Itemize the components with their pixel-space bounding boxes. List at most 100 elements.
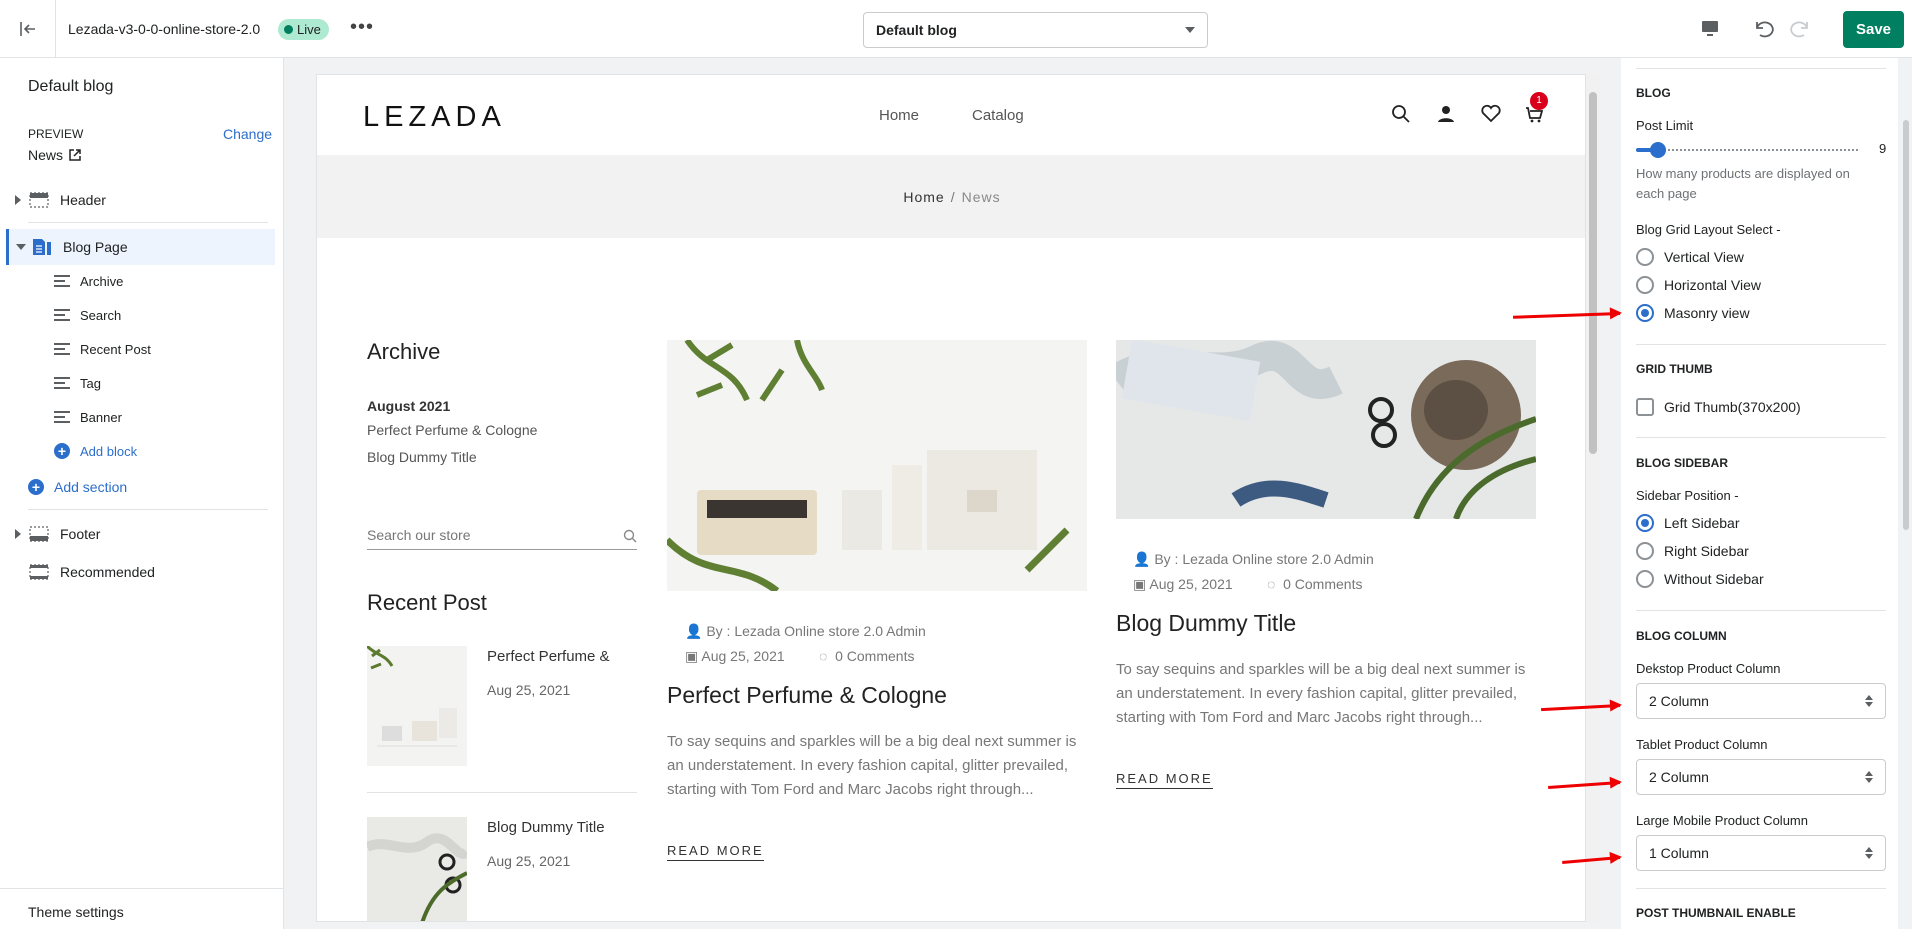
layout-masonry-radio[interactable]: Masonry view bbox=[1636, 304, 1750, 322]
settings-scrollbar-thumb[interactable] bbox=[1903, 120, 1909, 530]
breadcrumb-separator: / bbox=[950, 188, 956, 205]
store-name: Lezada-v3-0-0-online-store-2.0 bbox=[68, 21, 261, 37]
redo-icon[interactable] bbox=[1786, 15, 1814, 43]
collapse-icon[interactable] bbox=[16, 244, 26, 250]
post-featured-image[interactable] bbox=[1116, 340, 1536, 519]
post-title[interactable]: Blog Dummy Title bbox=[1116, 610, 1296, 637]
wishlist-icon[interactable] bbox=[1480, 103, 1502, 125]
add-section-button[interactable]: + Add section bbox=[28, 479, 127, 495]
store-logo[interactable]: LEZADA bbox=[363, 101, 506, 134]
more-actions-button[interactable]: ••• bbox=[350, 16, 374, 39]
mobile-column-select[interactable]: 1 Column bbox=[1636, 835, 1886, 871]
post-date: ▣ Aug 25, 2021 bbox=[1133, 576, 1233, 592]
header-section-icon bbox=[28, 191, 50, 209]
expand-icon[interactable] bbox=[15, 529, 21, 539]
radio-icon[interactable] bbox=[1636, 542, 1654, 560]
section-header[interactable]: Header bbox=[0, 182, 276, 218]
nav-catalog-link[interactable]: Catalog bbox=[972, 107, 1024, 124]
archive-month: August 2021 bbox=[367, 398, 451, 414]
block-tag[interactable]: Tag bbox=[54, 369, 101, 397]
layout-horizontal-radio[interactable]: Horizontal View bbox=[1636, 276, 1761, 294]
checkbox-icon[interactable] bbox=[1636, 398, 1654, 416]
post-featured-image[interactable] bbox=[667, 340, 1087, 591]
section-recommended[interactable]: Recommended bbox=[0, 554, 276, 590]
external-link-icon bbox=[69, 149, 81, 161]
section-blog-page[interactable]: Blog Page bbox=[6, 229, 275, 265]
post-date: ▣ Aug 25, 2021 bbox=[685, 648, 785, 664]
divider bbox=[367, 792, 637, 793]
read-more-link[interactable]: READ MORE bbox=[1116, 771, 1213, 789]
account-icon[interactable] bbox=[1435, 103, 1457, 125]
recent-post-thumbnail[interactable] bbox=[367, 646, 467, 766]
post-limit-value: 9 bbox=[1879, 141, 1887, 156]
desktop-column-select[interactable]: 2 Column bbox=[1636, 683, 1886, 719]
sidebar-search-input[interactable]: Search our store bbox=[367, 520, 637, 550]
divider bbox=[1636, 888, 1886, 889]
save-button[interactable]: Save bbox=[1843, 11, 1904, 48]
post-title[interactable]: Perfect Perfume & Cologne bbox=[667, 682, 947, 709]
recent-post-thumbnail[interactable] bbox=[367, 817, 467, 921]
search-icon[interactable] bbox=[623, 529, 637, 543]
sidebar-left-radio[interactable]: Left Sidebar bbox=[1636, 514, 1740, 532]
canvas-scrollbar-thumb[interactable] bbox=[1589, 92, 1597, 454]
radio-selected-icon[interactable] bbox=[1636, 514, 1654, 532]
tablet-column-label: Tablet Product Column bbox=[1636, 737, 1768, 752]
layout-vertical-radio[interactable]: Vertical View bbox=[1636, 248, 1744, 266]
recent-post-title[interactable]: Blog Dummy Title bbox=[487, 819, 605, 836]
sidebar-right-radio[interactable]: Right Sidebar bbox=[1636, 542, 1749, 560]
exit-icon[interactable] bbox=[0, 0, 56, 58]
theme-settings-link[interactable]: Theme settings bbox=[0, 888, 284, 929]
chevron-down-icon bbox=[1185, 27, 1195, 33]
post-limit-slider-handle[interactable] bbox=[1650, 142, 1666, 158]
change-preview-link[interactable]: Change bbox=[223, 126, 272, 142]
section-footer[interactable]: Footer bbox=[0, 516, 276, 552]
block-recent-post[interactable]: Recent Post bbox=[54, 335, 151, 363]
block-search[interactable]: Search bbox=[54, 301, 121, 329]
divider bbox=[1636, 437, 1886, 438]
expand-icon[interactable] bbox=[15, 195, 21, 205]
desktop-preview-icon[interactable] bbox=[1696, 15, 1724, 43]
post-thumbnail-heading: POST THUMBNAIL ENABLE bbox=[1636, 906, 1796, 920]
search-icon[interactable] bbox=[1390, 103, 1412, 125]
layout-label: Blog Grid Layout Select - bbox=[1636, 222, 1781, 237]
divider bbox=[1636, 68, 1886, 69]
post-limit-slider-track[interactable] bbox=[1636, 149, 1858, 153]
select-arrows-icon bbox=[1865, 847, 1873, 859]
text-block-icon bbox=[54, 408, 70, 426]
nav-home-link[interactable]: Home bbox=[879, 107, 919, 124]
divider bbox=[28, 222, 268, 223]
desktop-column-label: Dekstop Product Column bbox=[1636, 661, 1781, 676]
archive-link[interactable]: Blog Dummy Title bbox=[367, 449, 477, 465]
post-excerpt: To say sequins and sparkles will be a bi… bbox=[667, 733, 1077, 798]
text-block-icon bbox=[54, 272, 70, 290]
live-status-badge: Live bbox=[278, 19, 329, 40]
archive-heading: Archive bbox=[367, 339, 441, 364]
cart-count-badge: 1 bbox=[1530, 92, 1548, 110]
recent-post-title[interactable]: Perfect Perfume & bbox=[487, 648, 610, 665]
read-more-link[interactable]: READ MORE bbox=[667, 843, 764, 861]
template-select[interactable]: Default blog bbox=[863, 12, 1208, 48]
block-banner[interactable]: Banner bbox=[54, 403, 122, 431]
sidebar-none-radio[interactable]: Without Sidebar bbox=[1636, 570, 1764, 588]
radio-icon[interactable] bbox=[1636, 248, 1654, 266]
text-block-icon bbox=[54, 306, 70, 324]
post-comments[interactable]: ◌ 0 Comments bbox=[819, 648, 914, 664]
post-comments[interactable]: ◌ 0 Comments bbox=[1267, 576, 1362, 592]
footer-section-icon bbox=[28, 525, 50, 543]
sidebar-scrollbar[interactable] bbox=[284, 58, 300, 888]
undo-icon[interactable] bbox=[1750, 15, 1778, 43]
breadcrumb-home-link[interactable]: Home bbox=[903, 189, 944, 205]
archive-link[interactable]: Perfect Perfume & Cologne bbox=[367, 422, 537, 438]
radio-icon[interactable] bbox=[1636, 276, 1654, 294]
grid-thumb-checkbox[interactable]: Grid Thumb(370x200) bbox=[1636, 398, 1801, 416]
text-block-icon bbox=[54, 340, 70, 358]
preview-value[interactable]: News bbox=[28, 147, 81, 163]
blog-heading: BLOG bbox=[1636, 86, 1671, 100]
radio-icon[interactable] bbox=[1636, 570, 1654, 588]
calendar-icon: ▣ bbox=[1133, 576, 1147, 592]
add-block-button[interactable]: + Add block bbox=[54, 443, 137, 459]
tablet-column-select[interactable]: 2 Column bbox=[1636, 759, 1886, 795]
radio-selected-icon[interactable] bbox=[1636, 304, 1654, 322]
block-archive[interactable]: Archive bbox=[54, 267, 123, 295]
section-icon bbox=[28, 563, 50, 581]
